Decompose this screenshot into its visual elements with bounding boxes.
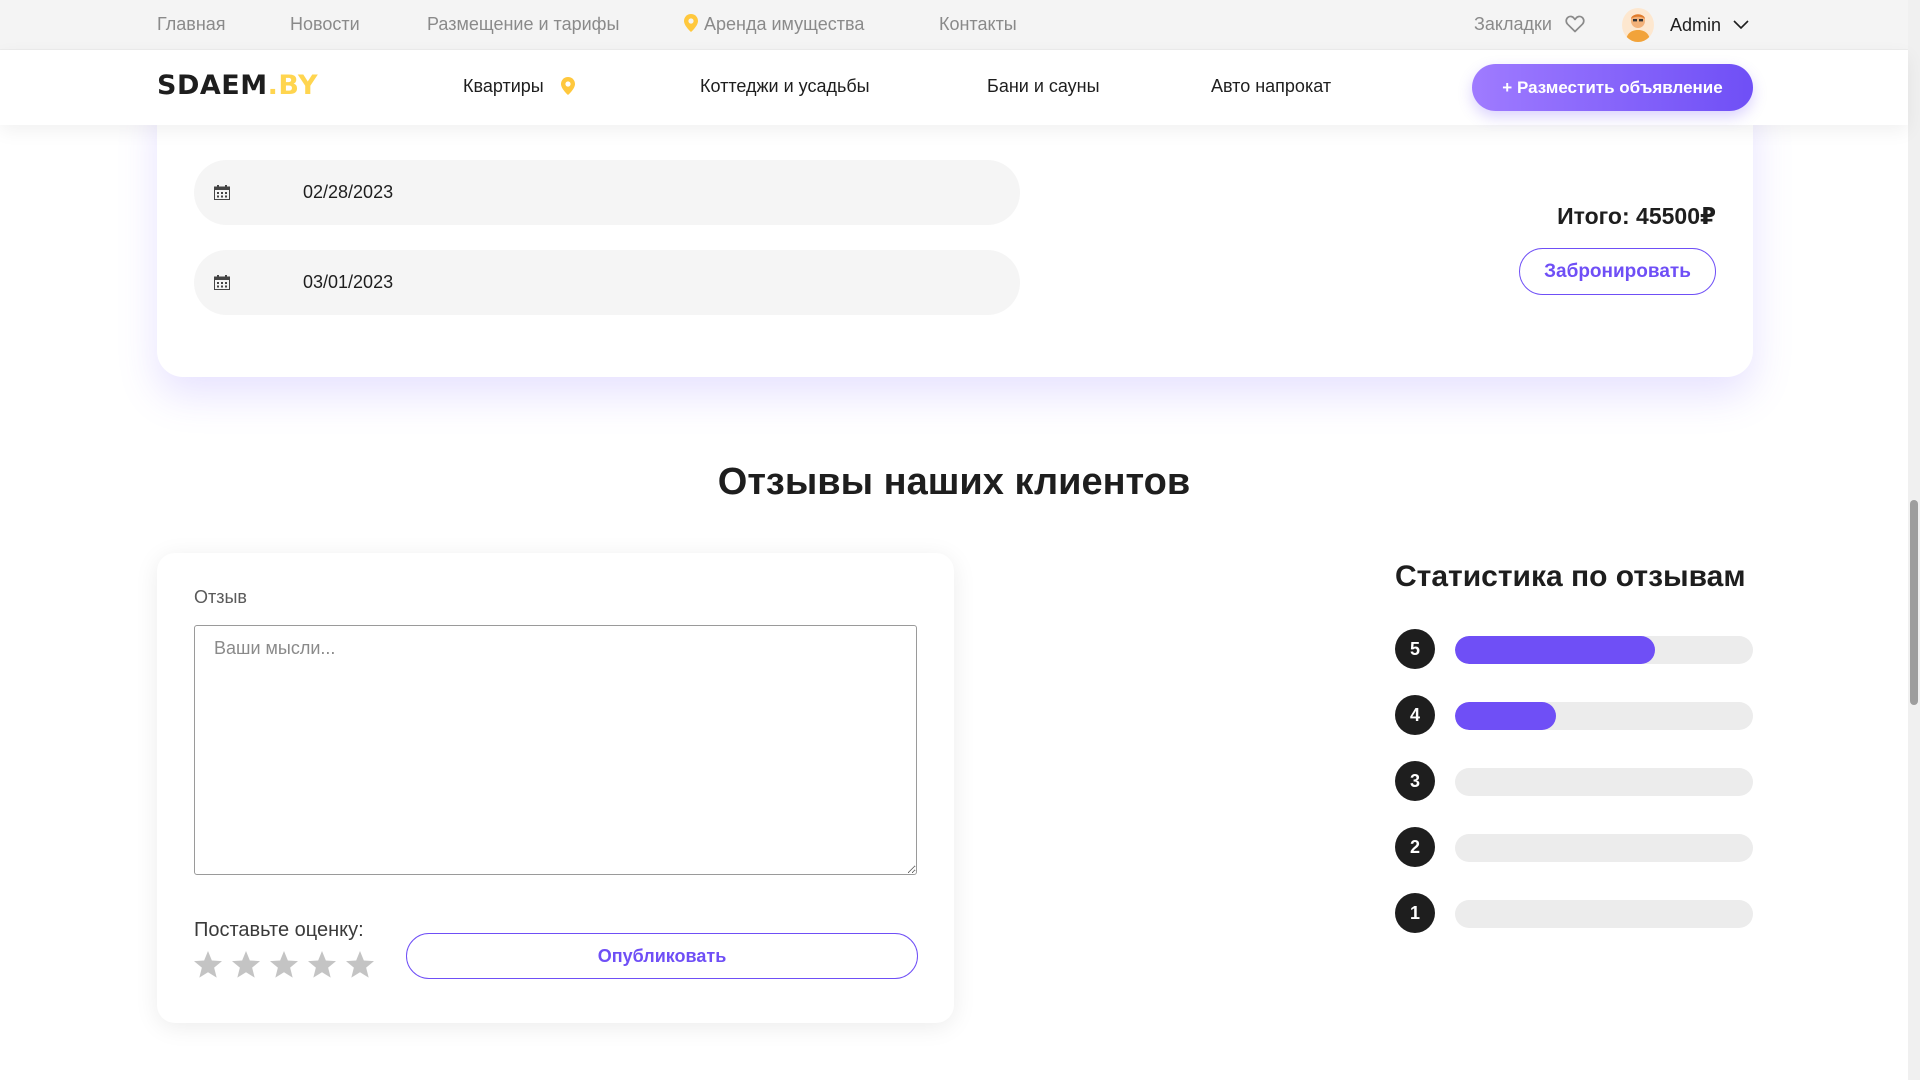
topbar-link-news[interactable]: Новости bbox=[290, 14, 360, 35]
top-bar: Главная Новости Размещение и тарифы Арен… bbox=[0, 0, 1908, 50]
nav-item-saunas[interactable]: Бани и сауны bbox=[987, 76, 1100, 97]
post-ad-button[interactable]: + Разместить объявление bbox=[1472, 64, 1753, 111]
avatar bbox=[1622, 8, 1654, 42]
nav-item-cottages[interactable]: Коттеджи и усадьбы bbox=[700, 76, 870, 97]
logo[interactable]: SDAEM.BY bbox=[157, 70, 318, 101]
page-scrollbar[interactable] bbox=[1908, 0, 1920, 1080]
stat-bar-fill bbox=[1455, 702, 1557, 730]
book-button[interactable]: Забронировать bbox=[1519, 248, 1716, 295]
stat-rating-number: 4 bbox=[1395, 695, 1435, 735]
stat-bar-fill bbox=[1455, 636, 1655, 664]
star-icon[interactable] bbox=[230, 949, 262, 981]
stat-bar-track bbox=[1455, 834, 1753, 862]
topbar-link-rental-label: Аренда имущества bbox=[704, 14, 865, 34]
user-name: Admin bbox=[1670, 14, 1722, 35]
topbar-link-rental[interactable]: Аренда имущества bbox=[684, 14, 864, 35]
review-form: Отзыв Поставьте оценку: Опубликовать bbox=[157, 553, 954, 1023]
scrollbar-thumb[interactable] bbox=[1910, 500, 1918, 705]
check-out-value: 03/01/2023 bbox=[303, 272, 394, 292]
topbar-link-home[interactable]: Главная bbox=[157, 14, 226, 35]
star-icon[interactable] bbox=[192, 949, 224, 981]
reviews-title: Отзывы наших клиентов bbox=[717, 461, 1191, 503]
location-pin-icon bbox=[684, 14, 698, 32]
chevron-down-icon bbox=[1733, 20, 1749, 30]
main-nav: SDAEM.BY Квартиры Коттеджи и усадьбы Бан… bbox=[0, 50, 1908, 125]
bookmarks-label: Закладки bbox=[1474, 14, 1552, 34]
stat-rating-number: 3 bbox=[1395, 761, 1435, 801]
heart-icon bbox=[1565, 15, 1585, 33]
nav-item-car-rental[interactable]: Авто напрокат bbox=[1211, 76, 1331, 97]
logo-main: SDAEM bbox=[157, 70, 268, 101]
page: Главная Новости Размещение и тарифы Арен… bbox=[0, 0, 1920, 1080]
calendar-icon bbox=[214, 185, 230, 200]
stat-row: 4 bbox=[1395, 695, 1754, 735]
stat-rating-number: 2 bbox=[1395, 827, 1435, 867]
total-price: Итого: 45500₽ bbox=[1557, 203, 1716, 229]
nav-item-apartments[interactable]: Квартиры bbox=[463, 76, 575, 97]
user-menu[interactable]: Admin bbox=[1622, 8, 1749, 42]
stat-bar-track bbox=[1455, 702, 1753, 730]
logo-suffix: .BY bbox=[267, 70, 318, 101]
check-in-value: 02/28/2023 bbox=[303, 182, 394, 202]
stat-rating-number: 1 bbox=[1395, 893, 1435, 933]
check-in-field[interactable]: 02/28/2023 bbox=[194, 160, 1020, 225]
topbar-link-contacts[interactable]: Контакты bbox=[939, 14, 1017, 35]
star-icon[interactable] bbox=[306, 949, 338, 981]
location-pin-icon bbox=[560, 77, 575, 95]
star-icon[interactable] bbox=[344, 949, 376, 981]
stats-title: Статистика по отзывам bbox=[1395, 560, 1746, 593]
stat-row: 1 bbox=[1395, 893, 1754, 933]
calendar-icon bbox=[214, 275, 230, 290]
rating-label: Поставьте оценку: bbox=[194, 919, 364, 941]
stat-bar-track bbox=[1455, 900, 1753, 928]
check-out-field[interactable]: 03/01/2023 bbox=[194, 250, 1020, 315]
stat-bar-track bbox=[1455, 768, 1753, 796]
publish-button[interactable]: Опубликовать bbox=[406, 933, 918, 979]
review-field-label: Отзыв bbox=[194, 587, 247, 607]
star-icon[interactable] bbox=[268, 949, 300, 981]
review-textarea[interactable] bbox=[194, 625, 917, 875]
stat-row: 3 bbox=[1395, 761, 1754, 801]
bookmarks-link[interactable]: Закладки bbox=[1474, 14, 1585, 35]
stat-rating-number: 5 bbox=[1395, 629, 1435, 669]
topbar-link-pricing[interactable]: Размещение и тарифы bbox=[427, 14, 619, 35]
stat-bar-track bbox=[1455, 636, 1753, 664]
rating-stars bbox=[192, 949, 376, 981]
stat-row: 5 bbox=[1395, 629, 1754, 669]
nav-item-apartments-label: Квартиры bbox=[463, 76, 544, 96]
stat-row: 2 bbox=[1395, 827, 1754, 867]
